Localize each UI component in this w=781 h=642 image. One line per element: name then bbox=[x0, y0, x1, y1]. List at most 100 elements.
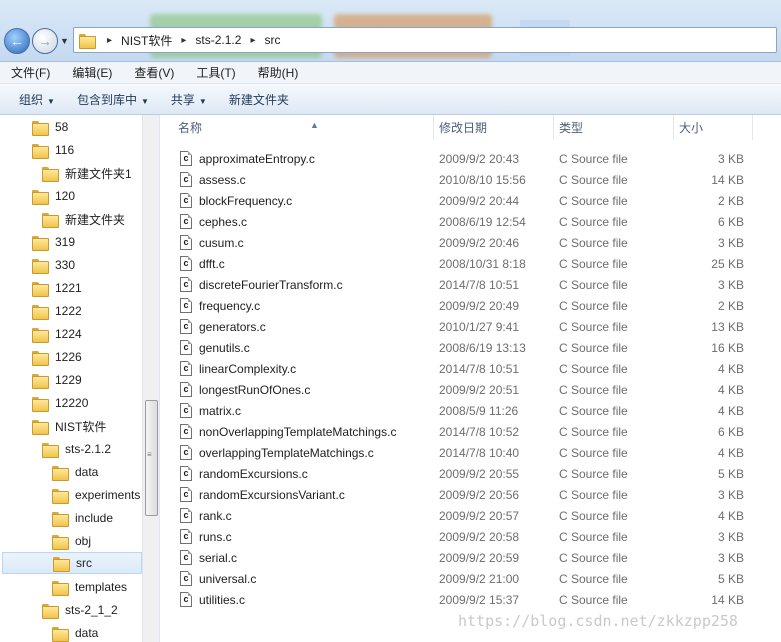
nav-scrollbar[interactable]: ≡ bbox=[142, 115, 159, 642]
c-file-icon: c bbox=[180, 319, 192, 334]
column-header-type[interactable]: 类型 bbox=[554, 115, 674, 140]
folder-icon bbox=[32, 235, 49, 251]
file-row[interactable]: c matrix.c 2008/5/9 11:26 C Source file 4 KB bbox=[160, 400, 781, 421]
folder-icon bbox=[32, 304, 49, 320]
nav-folder-label: data bbox=[75, 465, 99, 479]
grip-icon: ≡ bbox=[147, 450, 152, 459]
nav-folder-item[interactable]: include bbox=[52, 507, 113, 529]
file-row[interactable]: c overlappingTemplateMatchings.c 2014/7/8 … bbox=[160, 442, 781, 463]
nav-folder-item[interactable]: 1222 bbox=[32, 300, 82, 322]
nav-folder-item[interactable]: 1224 bbox=[32, 323, 82, 345]
file-size: 25 KB bbox=[711, 256, 744, 271]
nav-folder-item[interactable]: 120 bbox=[32, 185, 75, 207]
file-name: cephes.c bbox=[199, 214, 248, 229]
menu-edit[interactable]: 编辑(E) bbox=[61, 64, 123, 81]
c-file-icon: c bbox=[180, 172, 192, 187]
file-date: 2008/5/9 11:26 bbox=[439, 403, 519, 418]
column-headers: 名称 ▲ 修改日期 类型 大小 bbox=[160, 115, 781, 140]
file-row[interactable]: c serial.c 2009/9/2 20:59 C Source file 3 KB bbox=[160, 547, 781, 568]
file-row[interactable]: c runs.c 2009/9/2 20:58 C Source file 3 KB bbox=[160, 526, 781, 547]
nav-folder-item[interactable]: sts-2.1.2 bbox=[42, 438, 111, 460]
nav-folder-item[interactable]: 58 bbox=[32, 116, 68, 138]
file-size: 6 KB bbox=[717, 424, 744, 439]
nav-folder-item[interactable]: 1221 bbox=[32, 277, 82, 299]
file-row[interactable]: c dfft.c 2008/10/31 8:18 C Source file 25 KB bbox=[160, 253, 781, 274]
nav-folder-item[interactable]: 新建文件夹1 bbox=[42, 162, 132, 184]
nav-folder-item[interactable]: 1229 bbox=[32, 369, 82, 391]
nav-folder-item-selected[interactable]: src bbox=[2, 552, 142, 574]
file-row[interactable]: c assess.c 2010/8/10 15:56 C Source file 14 … bbox=[160, 169, 781, 190]
file-row[interactable]: c randomExcursions.c 2009/9/2 20:55 C Sourc… bbox=[160, 463, 781, 484]
nav-folder-item[interactable]: 1226 bbox=[32, 346, 82, 368]
file-row[interactable]: c longestRunOfOnes.c 2009/9/2 20:51 C Sourc… bbox=[160, 379, 781, 400]
file-row[interactable]: c cephes.c 2008/6/19 12:54 C Source file 6 K… bbox=[160, 211, 781, 232]
nav-folder-item[interactable]: obj bbox=[52, 530, 91, 552]
file-name: genutils.c bbox=[199, 340, 250, 355]
file-row[interactable]: c generators.c 2010/1/27 9:41 C Source file… bbox=[160, 316, 781, 337]
menu-file[interactable]: 文件(F) bbox=[0, 64, 61, 81]
column-header-size[interactable]: 大小 bbox=[674, 115, 753, 140]
column-header-date[interactable]: 修改日期 bbox=[434, 115, 554, 140]
nav-folder-item[interactable]: 116 bbox=[32, 139, 74, 161]
organize-button[interactable]: 组织 ▼ bbox=[8, 91, 66, 108]
include-in-library-button[interactable]: 包含到库中 ▼ bbox=[66, 91, 160, 108]
file-row[interactable]: c linearComplexity.c 2014/7/8 10:51 C Sourc… bbox=[160, 358, 781, 379]
history-dropdown-icon[interactable]: ▼ bbox=[60, 36, 69, 46]
c-file-icon: c bbox=[180, 361, 192, 376]
chevron-right-icon[interactable]: ▸ bbox=[100, 35, 119, 46]
breadcrumb-segment[interactable]: sts-2.1.2 bbox=[193, 33, 243, 47]
menu-view[interactable]: 查看(V) bbox=[123, 64, 185, 81]
nav-folder-item[interactable]: NIST软件 bbox=[32, 415, 106, 437]
breadcrumb-segment[interactable]: NIST软件 bbox=[119, 32, 174, 49]
file-type: C Source file bbox=[559, 592, 628, 607]
nav-folder-item[interactable]: 330 bbox=[32, 254, 75, 276]
back-button[interactable]: ← bbox=[4, 28, 30, 54]
menu-help[interactable]: 帮助(H) bbox=[247, 64, 310, 81]
file-row[interactable]: c blockFrequency.c 2009/9/2 20:44 C Source … bbox=[160, 190, 781, 211]
chevron-right-icon[interactable]: ▸ bbox=[243, 35, 262, 46]
chevron-right-icon[interactable]: ▸ bbox=[174, 35, 193, 46]
nav-folder-item[interactable]: data bbox=[52, 461, 98, 483]
file-row[interactable]: c genutils.c 2008/6/19 13:13 C Source file 1… bbox=[160, 337, 781, 358]
share-button[interactable]: 共享 ▼ bbox=[160, 91, 218, 108]
c-file-icon: c bbox=[180, 529, 192, 544]
file-type: C Source file bbox=[559, 508, 628, 523]
file-size: 14 KB bbox=[711, 172, 744, 187]
nav-folder-item[interactable]: experiments bbox=[52, 484, 140, 506]
file-type: C Source file bbox=[559, 277, 628, 292]
file-row[interactable]: c utilities.c 2009/9/2 15:37 C Source file 1… bbox=[160, 589, 781, 610]
nav-folder-item[interactable]: 12220 bbox=[32, 392, 88, 414]
file-row[interactable]: c approximateEntropy.c 2009/9/2 20:43 C Sou… bbox=[160, 148, 781, 169]
file-type: C Source file bbox=[559, 445, 628, 460]
nav-folder-item[interactable]: sts-2_1_2 bbox=[42, 599, 118, 621]
nav-folder-label: 1224 bbox=[55, 327, 82, 341]
file-row[interactable]: c discreteFourierTransform.c 2014/7/8 10:5… bbox=[160, 274, 781, 295]
file-name: overlappingTemplateMatchings.c bbox=[199, 445, 374, 460]
column-header-name[interactable]: 名称 ▲ bbox=[173, 115, 434, 140]
navigation-pane: 58 116 新建文件夹1 120 新建文件夹 319 330 1221 122… bbox=[0, 115, 160, 642]
nav-folder-label: 330 bbox=[55, 258, 76, 272]
nav-folder-item[interactable]: 319 bbox=[32, 231, 75, 253]
c-file-icon: c bbox=[180, 382, 192, 397]
file-row[interactable]: c cusum.c 2009/9/2 20:46 C Source file 3 KB bbox=[160, 232, 781, 253]
nav-folder-item[interactable]: templates bbox=[52, 576, 127, 598]
nav-folder-item[interactable]: 新建文件夹 bbox=[42, 208, 125, 230]
nav-folder-item[interactable]: data bbox=[52, 622, 98, 642]
file-date: 2009/9/2 20:57 bbox=[439, 508, 520, 523]
file-row[interactable]: c universal.c 2009/9/2 21:00 C Source file 5… bbox=[160, 568, 781, 589]
address-bar[interactable]: ▸ NIST软件 ▸ sts-2.1.2 ▸ src bbox=[73, 27, 777, 53]
folder-icon bbox=[42, 603, 59, 619]
file-row[interactable]: c nonOverlappingTemplateMatchings.c 2014/7… bbox=[160, 421, 781, 442]
folder-icon bbox=[32, 419, 49, 435]
file-type: C Source file bbox=[559, 550, 628, 565]
file-row[interactable]: c randomExcursionsVariant.c 2009/9/2 20:56… bbox=[160, 484, 781, 505]
nav-folder-label: 1221 bbox=[55, 281, 82, 295]
include-in-library-label: 包含到库中 bbox=[76, 92, 137, 107]
file-row[interactable]: c frequency.c 2009/9/2 20:49 C Source file 2… bbox=[160, 295, 781, 316]
file-row[interactable]: c rank.c 2009/9/2 20:57 C Source file 4 KB bbox=[160, 505, 781, 526]
new-folder-button[interactable]: 新建文件夹 bbox=[218, 91, 300, 108]
breadcrumb-segment[interactable]: src bbox=[262, 33, 282, 47]
file-date: 2014/7/8 10:52 bbox=[439, 424, 520, 439]
forward-button[interactable]: → bbox=[32, 28, 58, 54]
menu-tools[interactable]: 工具(T) bbox=[185, 64, 246, 81]
